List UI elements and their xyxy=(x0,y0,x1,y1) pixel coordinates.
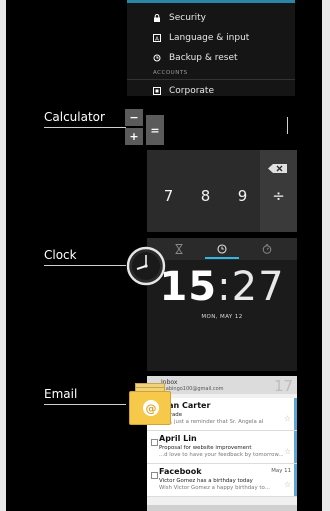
label-underline xyxy=(44,404,126,405)
settings-item-backup: Backup & reset xyxy=(127,49,295,67)
key-8: 8 xyxy=(200,187,211,205)
equals-key-icon: = xyxy=(146,115,164,145)
app-label-calculator: Calculator xyxy=(44,110,105,124)
calculator-app-icon[interactable]: − + = xyxy=(125,109,167,147)
unread-stripe xyxy=(294,431,297,463)
unread-stripe xyxy=(294,398,297,430)
email-app-icon[interactable]: @ xyxy=(127,383,171,425)
key-9: 9 xyxy=(237,187,248,205)
app-label-email: Email xyxy=(44,387,78,401)
backspace-icon xyxy=(268,158,288,173)
email-action-bar xyxy=(147,505,297,511)
email-list-item: Facebook Victor Gomez has a birthday tod… xyxy=(147,464,297,497)
section-divider xyxy=(127,79,295,80)
recent-apps-screen: Security A Language & input Backup & res… xyxy=(6,0,322,511)
key-divide: ÷ xyxy=(272,187,285,205)
clock-date: MON, MAY 12 xyxy=(201,314,243,320)
envelope-icon: @ xyxy=(129,391,171,425)
email-sender: April Lin xyxy=(159,434,197,443)
email-snippet: Wish Victor Gomez a happy birthday to... xyxy=(159,485,270,491)
svg-text:A: A xyxy=(155,36,159,42)
app-label-clock: Clock xyxy=(44,248,77,262)
at-sign-icon: @ xyxy=(143,400,159,416)
text-cursor xyxy=(287,117,288,134)
hourglass-icon xyxy=(171,241,187,257)
clock-hour: 15 xyxy=(159,264,218,310)
settings-item-corporate: Corporate xyxy=(127,82,295,96)
accounts-section-header: ACCOUNTS xyxy=(153,70,188,76)
calculator-display xyxy=(147,100,297,150)
settings-divider xyxy=(127,0,295,3)
settings-thumbnail[interactable]: Security A Language & input Backup & res… xyxy=(127,0,295,96)
email-subject: Proposal for website improvement xyxy=(159,445,252,451)
active-tab-indicator xyxy=(205,257,239,259)
unread-count: 17 xyxy=(274,377,294,395)
minus-key-icon: − xyxy=(125,109,143,126)
backup-icon xyxy=(153,54,161,62)
email-snippet: ...ay, just a reminder that Sr. Angela a… xyxy=(159,419,264,425)
settings-item-security: Security xyxy=(127,9,295,27)
clock-minute: 27 xyxy=(231,264,285,310)
checkbox xyxy=(151,439,158,446)
label-underline xyxy=(44,127,126,128)
star-icon: ☆ xyxy=(283,414,291,423)
clock-separator: : xyxy=(217,264,232,310)
clock-thumbnail[interactable]: 15:27 MON, MAY 12 xyxy=(147,238,297,371)
email-list-item: April Lin Proposal for website improveme… xyxy=(147,431,297,464)
calculator-thumbnail[interactable]: 7 8 9 ÷ xyxy=(147,100,297,232)
email-date: May 11 xyxy=(271,468,291,474)
clock-time: 15:27 xyxy=(147,264,297,310)
settings-item-language: A Language & input xyxy=(127,29,295,47)
lock-icon xyxy=(153,14,161,22)
label-underline xyxy=(44,265,126,266)
star-icon: ☆ xyxy=(283,480,291,489)
clock-tab-icon xyxy=(214,241,230,257)
key-7: 7 xyxy=(163,187,174,205)
email-snippet: ...d love to have your feedback by tomor… xyxy=(159,452,284,458)
email-sender: Facebook xyxy=(159,467,202,476)
checkbox xyxy=(151,472,158,479)
stopwatch-icon xyxy=(259,241,275,257)
plus-key-icon: + xyxy=(125,128,143,145)
corporate-icon xyxy=(153,87,161,95)
unread-stripe xyxy=(294,464,297,496)
star-icon: ☆ xyxy=(283,447,291,456)
clock-app-icon[interactable] xyxy=(126,246,166,286)
keyboard-icon: A xyxy=(153,34,161,42)
email-subject: Victor Gomez has a birthday today xyxy=(159,478,253,484)
